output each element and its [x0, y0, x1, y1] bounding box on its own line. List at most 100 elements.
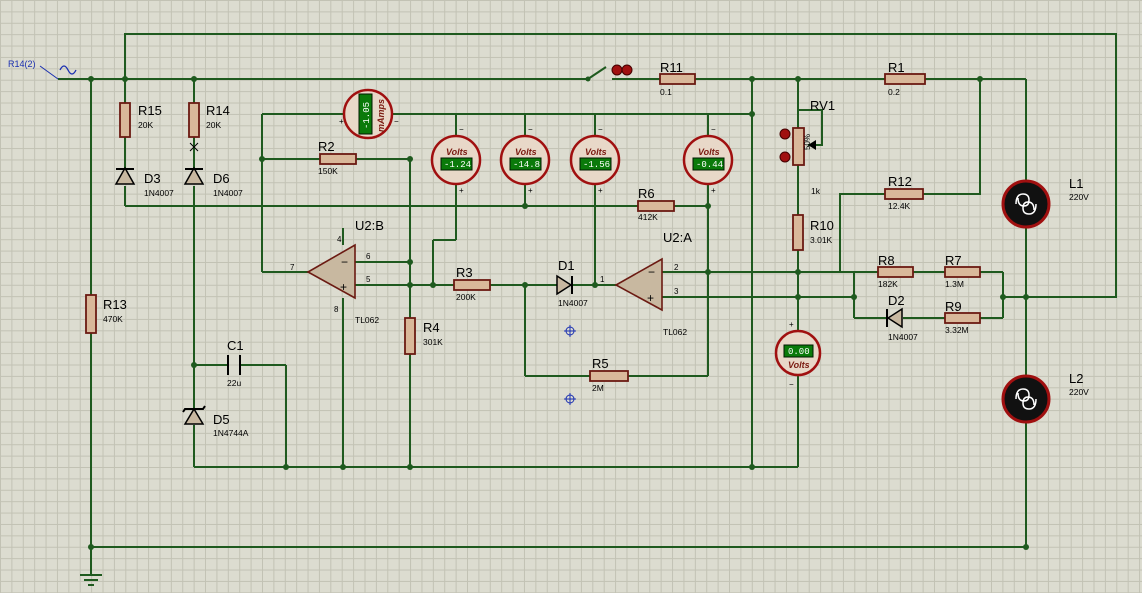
v2-reading: -14.8 [513, 160, 540, 170]
r13-value: 470K [103, 314, 123, 324]
l1-value: 220V [1069, 192, 1089, 202]
r13-name: R13 [103, 297, 127, 312]
zener-d5[interactable]: D5 1N4744A [182, 405, 249, 438]
source-label: R14(2) [8, 59, 36, 69]
d6-name: D6 [213, 171, 230, 186]
resistor-r2[interactable]: R2 150K [318, 139, 357, 176]
crosshair-icon [564, 393, 576, 405]
r12-name: R12 [888, 174, 912, 189]
v1-minus: − [459, 125, 464, 134]
u2b-pin4: 4 [337, 235, 342, 244]
u2a-name: U2:A [663, 230, 692, 245]
u2b-value: TL062 [355, 315, 379, 325]
u2b-pin6: 6 [366, 252, 371, 261]
u2a-pin1: 1 [600, 275, 605, 284]
ac-wave-icon [59, 65, 77, 75]
ammeter-plus: + [339, 117, 344, 126]
r1-name: R1 [888, 60, 905, 75]
r3-name: R3 [456, 265, 473, 280]
potentiometer-rv1[interactable]: 50% RV1 1k [779, 98, 835, 196]
ammeter-minus: − [394, 117, 399, 126]
v3-unit: Volts [585, 147, 607, 157]
u2a-minus: − [648, 265, 655, 279]
switch-sw[interactable] [585, 64, 641, 82]
rv1-name: RV1 [810, 98, 835, 113]
ammeter-reading: -1.05 [362, 102, 372, 129]
r15-name: R15 [138, 103, 162, 118]
l2-value: 220V [1069, 387, 1089, 397]
u2b-pin7: 7 [290, 263, 295, 272]
u2a-pin2: 2 [674, 263, 679, 272]
v3-minus: − [598, 125, 603, 134]
lamp-l2[interactable]: L2 220V [1001, 371, 1089, 424]
resistor-r13[interactable]: R13 470K [85, 294, 127, 334]
v4-unit: Volts [698, 147, 720, 157]
u2a-plus: + [647, 291, 654, 305]
v5-unit: Volts [788, 360, 810, 370]
diode-d1[interactable]: D1 1N4007 [556, 258, 588, 308]
v3-reading: -1.56 [583, 160, 610, 170]
ammeter-unit: mAmps [376, 99, 386, 132]
resistor-r1[interactable]: R1 0.2 [884, 60, 926, 97]
r11-value: 0.1 [660, 87, 672, 97]
r5-value: 2M [592, 383, 604, 393]
resistor-r3[interactable]: R3 200K [453, 265, 491, 302]
r6-name: R6 [638, 186, 655, 201]
rv1-value: 1k [811, 186, 821, 196]
resistor-r4[interactable]: R4 301K [404, 317, 443, 355]
c1-value: 22u [227, 378, 241, 388]
v4-reading: -0.44 [696, 160, 723, 170]
rv1-down-icon[interactable] [779, 151, 791, 163]
r14-value: 20K [206, 120, 221, 130]
ac-source-symbol[interactable]: R14(2) [8, 59, 77, 80]
r8-value: 182K [878, 279, 898, 289]
resistor-r8[interactable]: R8 182K [877, 253, 914, 289]
voltmeter-1[interactable]: Volts -1.24 − + [430, 125, 482, 195]
d3-name: D3 [144, 171, 161, 186]
r2-name: R2 [318, 139, 335, 154]
resistor-r12[interactable]: R12 12.4K [884, 174, 924, 211]
ammeter[interactable]: -1.05 mAmps + − [339, 88, 399, 140]
r3-value: 200K [456, 292, 476, 302]
rv1-up-icon[interactable] [779, 128, 791, 140]
r12-value: 12.4K [888, 201, 911, 211]
probe-markers [564, 325, 576, 405]
resistor-r14[interactable]: R14 20K [188, 102, 230, 152]
v4-minus: − [711, 125, 716, 134]
u2a-value: TL062 [663, 327, 687, 337]
rv1-percent: 50% [803, 134, 812, 150]
resistor-r7[interactable]: R7 1.3M [944, 253, 981, 289]
v5-reading: 0.00 [788, 347, 810, 357]
c1-name: C1 [227, 338, 244, 353]
resistor-r6[interactable]: R6 412K [637, 186, 675, 222]
r4-name: R4 [423, 320, 440, 335]
resistor-r10[interactable]: R10 3.01K [792, 214, 834, 251]
voltmeter-4[interactable]: Volts -0.44 − + [682, 125, 734, 195]
r10-name: R10 [810, 218, 834, 233]
r7-value: 1.3M [945, 279, 964, 289]
resistor-r9[interactable]: R9 3.32M [944, 299, 981, 335]
d3-value: 1N4007 [144, 188, 174, 198]
r15-value: 20K [138, 120, 153, 130]
opamp-u2a[interactable]: − + 2 3 1 U2:A TL062 [600, 230, 692, 337]
voltmeter-2[interactable]: Volts -14.8 − + [499, 125, 551, 195]
r2-value: 150K [318, 166, 338, 176]
v1-reading: -1.24 [444, 160, 471, 170]
u2b-plus: + [340, 280, 347, 294]
resistor-r5[interactable]: R5 2M [589, 356, 629, 393]
d2-name: D2 [888, 293, 905, 308]
d5-name: D5 [213, 412, 230, 427]
capacitor-c1[interactable]: C1 22u [227, 338, 244, 388]
voltmeter-3[interactable]: Volts -1.56 − + [569, 125, 621, 195]
v3-plus: + [598, 186, 603, 195]
v1-unit: Volts [446, 147, 468, 157]
r4-value: 301K [423, 337, 443, 347]
lamp-l1[interactable]: L1 220V [1001, 176, 1089, 229]
resistor-r15[interactable]: R15 20K [119, 102, 162, 138]
d6-value: 1N4007 [213, 188, 243, 198]
resistor-r11[interactable]: R11 0.1 [659, 60, 696, 97]
schematic-canvas[interactable]: R14(2) R15 20K R14 20K R13 470K R4 301K … [0, 0, 1142, 593]
v2-minus: − [528, 125, 533, 134]
u2b-pin8: 8 [334, 305, 339, 314]
r7-name: R7 [945, 253, 962, 268]
